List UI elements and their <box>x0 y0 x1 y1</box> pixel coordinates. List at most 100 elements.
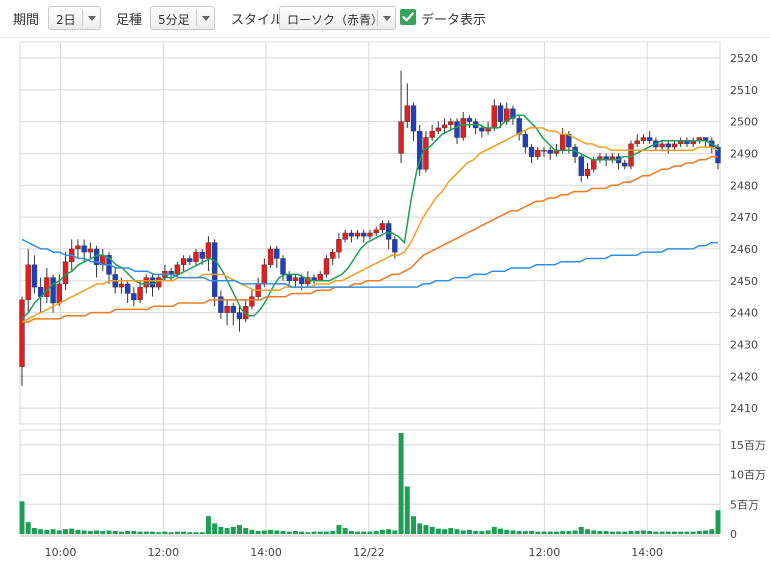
volume-bar <box>703 530 709 534</box>
volume-bar <box>435 528 441 534</box>
volume-bar <box>628 531 634 534</box>
candle-body <box>342 232 348 240</box>
style-value: ローソク（赤青） <box>287 13 384 27</box>
check-icon <box>402 12 414 22</box>
volume-panel-frame <box>19 429 721 535</box>
style-label: スタイル <box>231 13 284 28</box>
volume-bar <box>634 531 640 534</box>
period-select[interactable]: 2日 <box>48 6 101 30</box>
candle-body <box>261 264 268 285</box>
volume-bar <box>156 532 162 534</box>
volume-bar <box>715 510 721 534</box>
y-tick-label: 2440 <box>730 307 758 320</box>
volume-bar <box>336 525 342 534</box>
x-tick-label: 12/22 <box>353 546 385 559</box>
style-select[interactable]: ローソク（赤青） <box>279 6 396 30</box>
volume-bar <box>547 531 553 534</box>
volume-bar <box>131 531 137 534</box>
candle-body <box>62 261 69 285</box>
volume-bar <box>498 528 503 534</box>
volume-bar <box>106 530 112 534</box>
candle-body <box>522 134 529 148</box>
x-tick-label: 12:00 <box>147 546 179 559</box>
candle-body <box>491 105 497 129</box>
volume-bar <box>112 531 118 534</box>
candle-body <box>31 264 38 288</box>
volume-bar <box>585 529 590 534</box>
volume-bar <box>193 532 199 534</box>
volume-bar <box>485 530 491 534</box>
candle-body <box>354 232 361 237</box>
candle-body <box>286 274 292 281</box>
candle-body <box>379 223 386 231</box>
period-value: 2日 <box>56 13 76 27</box>
candle-body <box>634 140 640 145</box>
volume-bar <box>578 526 584 534</box>
volume-bar <box>454 529 460 534</box>
y-tick-label: 2500 <box>730 116 758 129</box>
candle-body <box>249 296 255 307</box>
chevron-down-icon <box>88 16 96 21</box>
interval-select[interactable]: 5分足 <box>150 6 215 30</box>
candle-body <box>417 130 423 170</box>
volume-bar <box>355 531 361 534</box>
candle-body <box>267 248 274 266</box>
volume-bar <box>622 531 628 534</box>
volume-bar <box>504 529 510 534</box>
candle-body <box>659 143 665 148</box>
candle-body <box>118 283 125 288</box>
candle-body <box>56 283 62 304</box>
volume-bar <box>100 531 106 534</box>
volume-bar <box>690 531 696 534</box>
chart-toolbar: 期間 2日 足種 5分足 スタイル ローソク（赤青） データ表示 <box>0 0 770 38</box>
volume-bar <box>541 531 547 534</box>
volume-bar <box>386 529 392 534</box>
candle-body <box>348 232 355 237</box>
volume-bar <box>367 531 373 534</box>
y-tick-label: 2460 <box>730 243 758 256</box>
candle-body <box>230 306 236 313</box>
volume-bar <box>237 525 242 534</box>
candle-body <box>665 143 671 148</box>
axis-labels: 2410 2420 2430 2440 2450 2460 2470 2480 2490 2500… <box>45 52 766 559</box>
volume-bar <box>286 531 292 534</box>
x-tick-label: 12:00 <box>529 546 561 559</box>
volume-bar <box>392 530 398 534</box>
volume-bar <box>249 529 255 534</box>
candle-body <box>441 124 448 129</box>
volume-bar <box>280 531 286 534</box>
candle-body <box>330 251 336 259</box>
candle-body <box>274 248 280 259</box>
period-label: 期間 <box>13 13 40 28</box>
volume-bar <box>572 530 578 534</box>
volume-tick-label: 5百万 <box>730 498 759 511</box>
volume-bar <box>560 531 566 534</box>
volume-bar <box>19 501 25 534</box>
candle-body <box>236 312 243 320</box>
candle-body <box>131 293 137 301</box>
candle-body <box>640 137 647 141</box>
candle-body <box>479 127 485 132</box>
candle-body <box>19 299 25 367</box>
volume-bar <box>317 531 323 534</box>
x-tick-label: 14:00 <box>631 546 663 559</box>
candle-body <box>591 159 597 170</box>
show-data-checkbox[interactable] <box>400 9 416 25</box>
volume-bar <box>609 531 615 534</box>
candle-body <box>317 274 323 281</box>
candle-body <box>373 229 379 234</box>
volume-bar <box>81 530 87 534</box>
volume-bar <box>181 531 187 534</box>
volume-bar <box>230 526 236 534</box>
candle-body <box>385 223 392 240</box>
volume-bar <box>448 528 454 534</box>
volume-bar <box>69 528 75 534</box>
volume-bar <box>529 531 535 534</box>
candle-body <box>218 296 224 313</box>
volume-bar <box>603 531 609 534</box>
candle-body <box>404 105 410 122</box>
volume-tick-label: 15百万 <box>730 439 766 452</box>
volume-tick-label: 0 <box>730 528 737 541</box>
y-tick-label: 2510 <box>730 84 758 97</box>
candle-body <box>75 245 81 250</box>
